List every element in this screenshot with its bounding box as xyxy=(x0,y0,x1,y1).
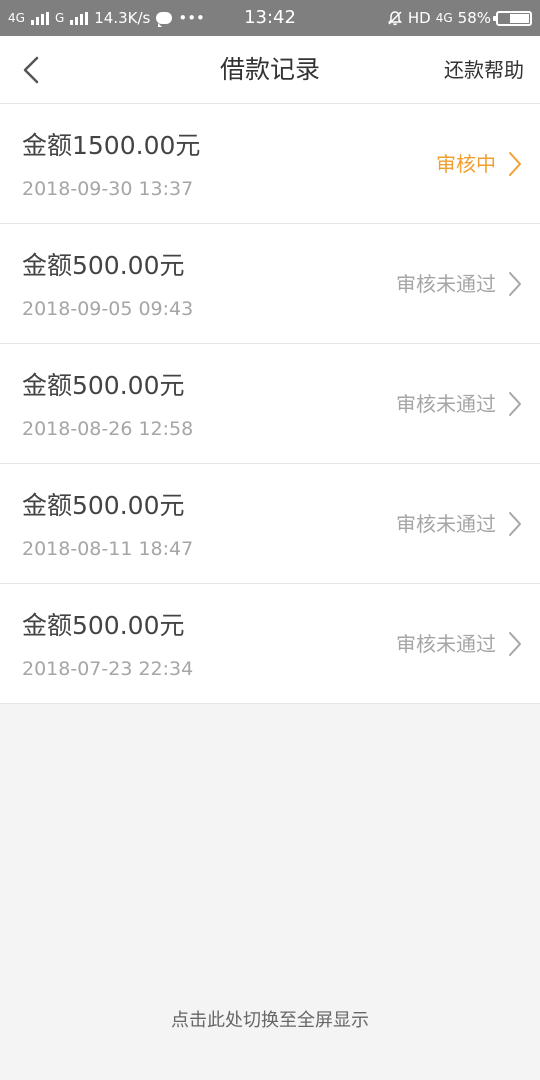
hd-indicator: HD xyxy=(407,9,431,27)
status-bar: 4G G 14.3K/s ••• 13:42 HD 4G 58% xyxy=(0,0,540,36)
loan-amount: 金额500.00元 xyxy=(22,251,185,280)
loan-date: 2018-09-05 09:43 xyxy=(22,298,194,320)
loan-date: 2018-08-26 12:58 xyxy=(22,418,194,440)
loan-record-list: 金额1500.00元 2018-09-30 13:37 审核中 金额500.00… xyxy=(0,104,540,704)
status-bar-right: HD 4G 58% xyxy=(387,0,532,36)
loan-date: 2018-08-11 18:47 xyxy=(22,538,194,560)
loan-record-row[interactable]: 金额1500.00元 2018-09-30 13:37 审核中 xyxy=(0,104,540,224)
fullscreen-toggle-hint[interactable]: 点击此处切换至全屏显示 xyxy=(0,1006,540,1032)
network-type-3: 4G xyxy=(435,11,453,25)
loan-status: 审核未通过 xyxy=(396,392,496,416)
loan-amount: 金额500.00元 xyxy=(22,371,185,400)
loan-status: 审核未通过 xyxy=(396,272,496,296)
battery-percent: 58% xyxy=(457,9,491,27)
chevron-right-icon xyxy=(509,512,521,536)
loan-record-row[interactable]: 金额500.00元 2018-08-11 18:47 审核未通过 xyxy=(0,464,540,584)
loan-date: 2018-07-23 22:34 xyxy=(22,658,194,680)
loan-date: 2018-09-30 13:37 xyxy=(22,178,194,200)
loan-amount: 金额500.00元 xyxy=(22,491,185,520)
nav-bar: 借款记录 还款帮助 xyxy=(0,36,540,104)
chevron-right-icon xyxy=(509,152,521,176)
loan-record-row[interactable]: 金额500.00元 2018-07-23 22:34 审核未通过 xyxy=(0,584,540,704)
chevron-right-icon xyxy=(509,632,521,656)
loan-record-row[interactable]: 金额500.00元 2018-09-05 09:43 审核未通过 xyxy=(0,224,540,344)
repayment-help-link[interactable]: 还款帮助 xyxy=(444,36,524,104)
loan-amount: 金额500.00元 xyxy=(22,611,185,640)
loan-record-row[interactable]: 金额500.00元 2018-08-26 12:58 审核未通过 xyxy=(0,344,540,464)
silent-bell-icon xyxy=(387,11,402,26)
battery-icon xyxy=(493,10,532,26)
chevron-right-icon xyxy=(509,392,521,416)
loan-status: 审核未通过 xyxy=(396,632,496,656)
loan-status: 审核未通过 xyxy=(396,512,496,536)
loan-status: 审核中 xyxy=(436,152,496,176)
chevron-right-icon xyxy=(509,272,521,296)
loan-amount: 金额1500.00元 xyxy=(22,131,201,160)
